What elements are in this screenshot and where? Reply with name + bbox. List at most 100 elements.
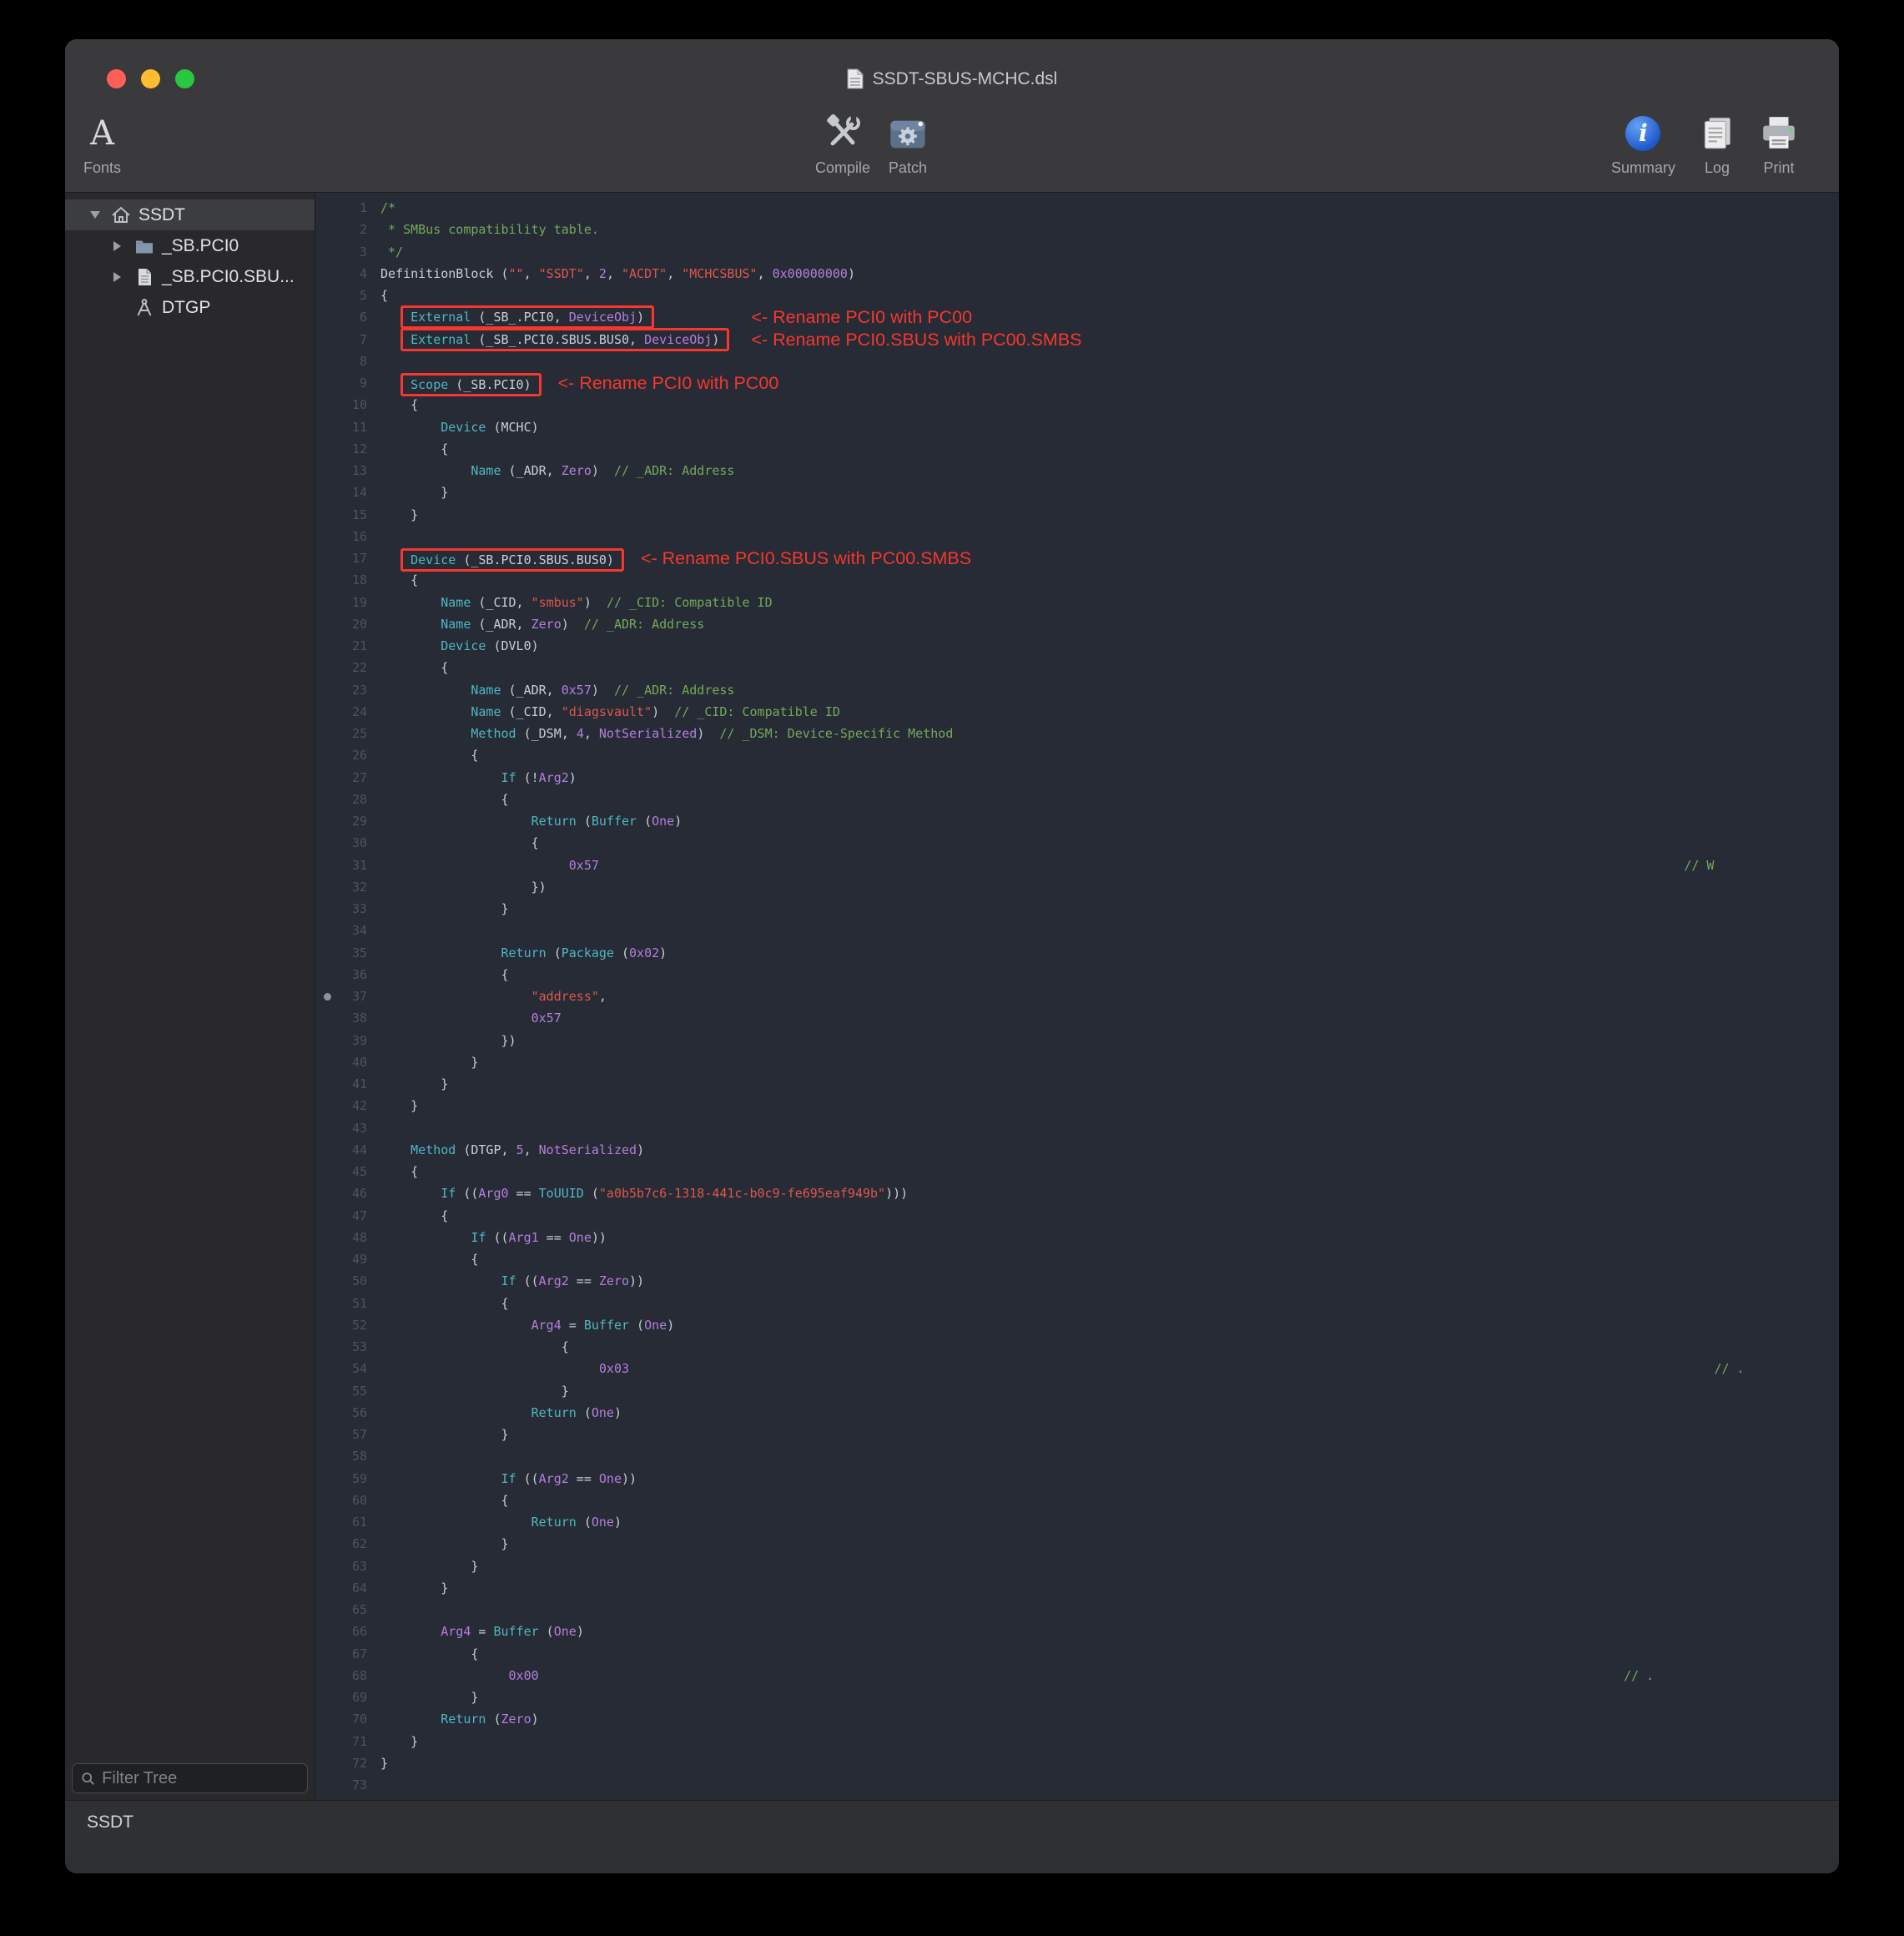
code-line[interactable]: { — [380, 964, 1839, 986]
code-line[interactable]: { — [380, 569, 1839, 591]
line-number[interactable]: 35 — [315, 942, 380, 964]
code-line[interactable]: If ((Arg0 == ToUUID ("a0b5b7c6-1318-441c… — [380, 1182, 1839, 1204]
minimize-button[interactable] — [141, 69, 160, 88]
disclosure-right-icon[interactable] — [113, 272, 133, 282]
line-number[interactable]: 24 — [315, 701, 380, 723]
line-number[interactable]: 73 — [315, 1774, 380, 1796]
line-number[interactable]: 25 — [315, 723, 380, 744]
line-number[interactable]: 53 — [315, 1336, 380, 1358]
code-line[interactable]: Name (_CID, "diagsvault") // _CID: Compa… — [380, 701, 1839, 723]
code-line[interactable]: Return (Package (0x02) — [380, 942, 1839, 964]
line-number[interactable]: 13 — [315, 460, 380, 481]
sidebar-item-sb-pci0-sbus[interactable]: _SB.PCI0.SBU... — [65, 261, 315, 292]
code-line[interactable]: If (!Arg2) — [380, 767, 1839, 789]
line-number[interactable]: 23 — [315, 679, 380, 701]
code-line[interactable]: 0x57 // W — [380, 855, 1839, 876]
line-number[interactable]: 39 — [315, 1030, 380, 1051]
sidebar-item-sb-pci0[interactable]: _SB.PCI0 — [65, 230, 315, 261]
code-line[interactable]: External (_SB_.PCI0, DeviceObj)<- Rename… — [380, 306, 1839, 328]
line-number[interactable]: 40 — [315, 1051, 380, 1073]
code-line[interactable] — [380, 1774, 1839, 1796]
code-line[interactable]: } — [380, 1555, 1839, 1577]
sidebar-item-ssdt[interactable]: SSDT — [65, 199, 315, 230]
code-line[interactable]: { — [380, 744, 1839, 766]
line-number[interactable]: 17 — [315, 547, 380, 569]
patch-button[interactable]: Patch — [887, 108, 929, 176]
code-line[interactable]: */ — [380, 241, 1839, 263]
code-line[interactable] — [380, 1445, 1839, 1467]
line-number[interactable]: 47 — [315, 1205, 380, 1227]
line-number[interactable]: 54 — [315, 1358, 380, 1379]
code-line[interactable]: If ((Arg2 == Zero)) — [380, 1270, 1839, 1292]
code-line[interactable]: { — [380, 1336, 1839, 1358]
code-line[interactable]: { — [380, 285, 1839, 306]
line-number[interactable]: 56 — [315, 1402, 380, 1424]
line-number[interactable]: 16 — [315, 526, 380, 547]
code-line[interactable]: } — [380, 1577, 1839, 1599]
line-number[interactable]: 67 — [315, 1643, 380, 1665]
code-line[interactable]: Return (Buffer (One) — [380, 810, 1839, 832]
line-number[interactable]: 63 — [315, 1555, 380, 1577]
line-number[interactable]: 46 — [315, 1182, 380, 1204]
line-number[interactable]: 61 — [315, 1511, 380, 1533]
line-number[interactable]: 7 — [315, 329, 380, 350]
code-line[interactable]: } — [380, 1380, 1839, 1402]
line-number[interactable]: 22 — [315, 657, 380, 678]
code-line[interactable]: Return (One) — [380, 1511, 1839, 1533]
code-line[interactable]: Device (DVL0) — [380, 635, 1839, 657]
code-editor[interactable]: 1234567891011121314151617181920212223242… — [315, 193, 1839, 1800]
summary-button[interactable]: i Summary — [1611, 108, 1675, 176]
code-line[interactable] — [380, 526, 1839, 547]
compile-button[interactable]: Compile — [815, 108, 870, 176]
code-line[interactable]: { — [380, 789, 1839, 810]
line-number[interactable]: 62 — [315, 1533, 380, 1555]
disclosure-right-icon[interactable] — [113, 241, 133, 251]
code-line[interactable]: } — [380, 898, 1839, 920]
line-number[interactable]: 66 — [315, 1621, 380, 1642]
code-line[interactable]: Return (Zero) — [380, 1708, 1839, 1730]
code-line[interactable]: DefinitionBlock ("", "SSDT", 2, "ACDT", … — [380, 263, 1839, 285]
line-number[interactable]: 52 — [315, 1314, 380, 1336]
line-number[interactable]: 49 — [315, 1248, 380, 1270]
code-line[interactable]: } — [380, 1095, 1839, 1117]
line-number[interactable]: 21 — [315, 635, 380, 657]
code-line[interactable]: } — [380, 1731, 1839, 1752]
line-number[interactable]: 59 — [315, 1468, 380, 1490]
line-number[interactable]: 15 — [315, 504, 380, 526]
line-number[interactable]: 8 — [315, 350, 380, 372]
line-number[interactable]: 20 — [315, 613, 380, 635]
code-line[interactable] — [380, 920, 1839, 941]
code-line[interactable]: 0x03 // . — [380, 1358, 1839, 1379]
code-line[interactable]: } — [380, 1686, 1839, 1708]
line-number[interactable]: 5 — [315, 285, 380, 306]
code-line[interactable]: Scope (_SB.PCI0)<- Rename PCI0 with PC00 — [380, 372, 1839, 394]
code-line[interactable]: /* — [380, 197, 1839, 219]
line-number[interactable]: 12 — [315, 438, 380, 460]
code-line[interactable]: } — [380, 1051, 1839, 1073]
line-number[interactable]: 55 — [315, 1380, 380, 1402]
code-line[interactable]: { — [380, 394, 1839, 416]
line-number[interactable]: 64 — [315, 1577, 380, 1599]
code-line[interactable]: If ((Arg1 == One)) — [380, 1227, 1839, 1248]
code-line[interactable]: { — [380, 1161, 1839, 1182]
code-line[interactable]: Name (_ADR, Zero) // _ADR: Address — [380, 460, 1839, 481]
line-number[interactable]: 18 — [315, 569, 380, 591]
line-number[interactable]: 28 — [315, 789, 380, 810]
line-number[interactable]: 14 — [315, 481, 380, 503]
code-line[interactable]: { — [380, 1205, 1839, 1227]
line-number[interactable]: 45 — [315, 1161, 380, 1182]
line-number[interactable]: 68 — [315, 1665, 380, 1686]
line-number[interactable]: 51 — [315, 1293, 380, 1314]
line-number[interactable]: 65 — [315, 1599, 380, 1621]
line-number[interactable]: 71 — [315, 1731, 380, 1752]
code-line[interactable]: } — [380, 504, 1839, 526]
sidebar-item-dtgp[interactable]: DTGP — [65, 292, 315, 323]
zoom-button[interactable] — [175, 69, 194, 88]
code-line[interactable]: Device (MCHC) — [380, 416, 1839, 438]
code-line[interactable]: } — [380, 1752, 1839, 1774]
code-area[interactable]: /* * SMBus compatibility table. */Defini… — [380, 197, 1839, 1800]
log-button[interactable]: Log — [1697, 108, 1737, 176]
code-line[interactable]: { — [380, 832, 1839, 854]
code-line[interactable]: Arg4 = Buffer (One) — [380, 1314, 1839, 1336]
print-button[interactable]: Print — [1759, 108, 1799, 176]
